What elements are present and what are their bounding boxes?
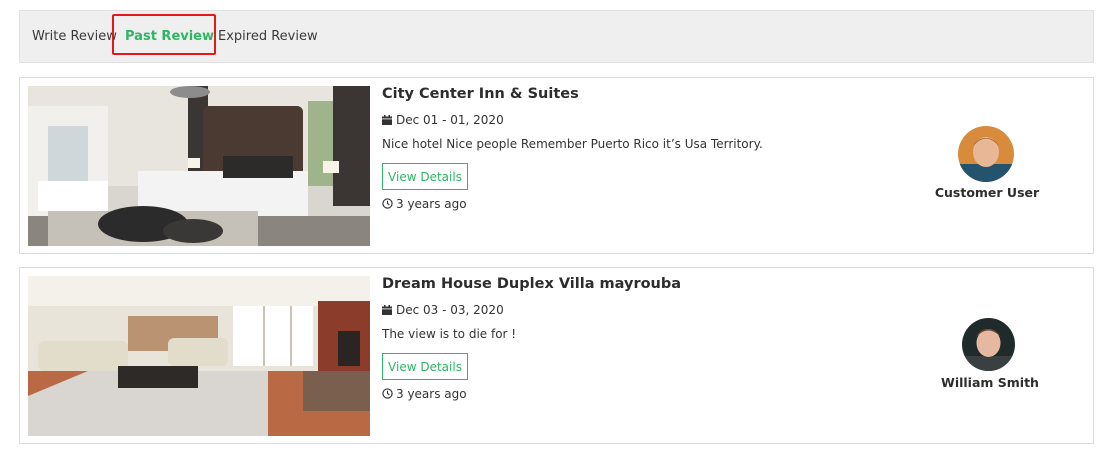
- review-comment: The view is to die for !: [382, 327, 517, 341]
- review-card: City Center Inn & Suites Dec 01 - 01, 20…: [19, 77, 1094, 254]
- review-comment: Nice hotel Nice people Remember Puerto R…: [382, 137, 763, 151]
- hotel-name[interactable]: City Center Inn & Suites: [382, 86, 579, 102]
- time-ago: 3 years ago: [396, 197, 467, 211]
- avatar: [962, 318, 1015, 371]
- view-details-button[interactable]: View Details: [382, 353, 468, 380]
- review-time: 3 years ago: [382, 197, 467, 211]
- review-time: 3 years ago: [382, 387, 467, 401]
- date-range: Dec 03 - 03, 2020: [396, 303, 504, 317]
- avatar: [958, 126, 1014, 182]
- stay-dates: Dec 03 - 03, 2020: [382, 303, 504, 317]
- clock-icon: [382, 198, 393, 209]
- clock-icon: [382, 388, 393, 399]
- calendar-icon: [382, 115, 392, 125]
- stay-dates: Dec 01 - 01, 2020: [382, 113, 504, 127]
- view-details-button[interactable]: View Details: [382, 163, 468, 190]
- date-range: Dec 01 - 01, 2020: [396, 113, 504, 127]
- hotel-photo[interactable]: [28, 276, 370, 436]
- tab-expired-review[interactable]: Expired Review: [218, 29, 318, 44]
- review-card: Dream House Duplex Villa mayrouba Dec 03…: [19, 267, 1094, 444]
- hotel-photo[interactable]: [28, 86, 370, 246]
- time-ago: 3 years ago: [396, 387, 467, 401]
- hotel-name[interactable]: Dream House Duplex Villa mayrouba: [382, 276, 681, 292]
- tab-past-review[interactable]: Past Review: [125, 29, 214, 44]
- tab-write-review[interactable]: Write Review: [32, 29, 117, 44]
- reviewer-name: William Smith: [941, 375, 1039, 390]
- calendar-icon: [382, 305, 392, 315]
- reviewer-name: Customer User: [934, 185, 1040, 200]
- review-tabs: Write Review Past Review Expired Review: [19, 10, 1094, 63]
